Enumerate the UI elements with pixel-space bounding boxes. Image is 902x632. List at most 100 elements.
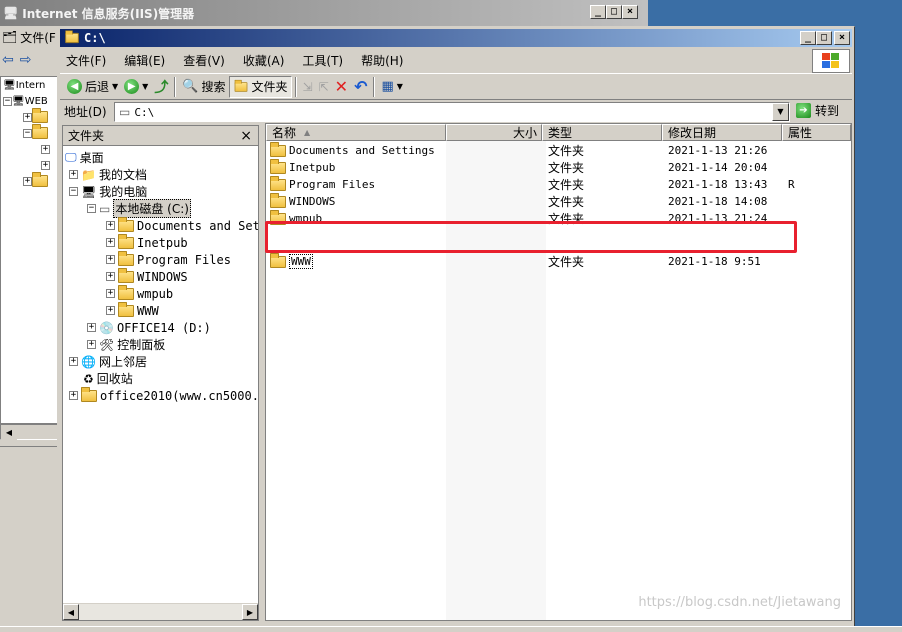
undo-button[interactable]: ↶ bbox=[351, 76, 370, 98]
tree-item-program-files[interactable]: + Program Files bbox=[106, 250, 231, 268]
iis-minimize-button[interactable]: _ bbox=[590, 5, 606, 19]
folder-icon bbox=[118, 216, 134, 232]
address-input[interactable]: ▭ C:\ ▼ bbox=[114, 102, 790, 122]
expand-icon[interactable]: + bbox=[69, 357, 78, 366]
views-dropdown-icon[interactable]: ▼ bbox=[397, 82, 403, 91]
iis-horizontal-scrollbar[interactable]: ◀ bbox=[0, 424, 58, 441]
tree-item-my-computer[interactable]: − 🖥 我的电脑 bbox=[69, 183, 147, 200]
minimize-button[interactable]: _ bbox=[800, 31, 816, 45]
tree-item-www[interactable]: + WWW bbox=[106, 301, 159, 319]
scroll-left-icon[interactable]: ◀ bbox=[1, 425, 17, 441]
iis-close-button[interactable]: × bbox=[622, 5, 638, 19]
column-header-modified[interactable]: 修改日期 bbox=[662, 124, 782, 141]
collapse-icon[interactable]: − bbox=[23, 128, 32, 138]
expand-icon[interactable]: + bbox=[41, 144, 50, 154]
menu-tools[interactable]: 工具(T) bbox=[302, 52, 343, 69]
tree-item-network[interactable]: + 🌐 网上邻居 bbox=[69, 353, 147, 370]
expand-icon[interactable]: + bbox=[69, 391, 78, 400]
back-button[interactable]: ◀ 后退 ▼ bbox=[64, 76, 121, 98]
column-header-attributes[interactable]: 属性 bbox=[782, 124, 851, 141]
menu-help[interactable]: 帮助(H) bbox=[361, 52, 403, 69]
expand-icon[interactable]: + bbox=[106, 272, 115, 281]
forward-button[interactable]: ▶ ▼ bbox=[121, 76, 151, 98]
expand-icon[interactable]: + bbox=[106, 255, 115, 264]
column-header-type[interactable]: 类型 bbox=[542, 124, 662, 141]
expand-icon[interactable]: + bbox=[106, 221, 115, 230]
go-button[interactable]: ➔ 转到 bbox=[796, 102, 839, 119]
iis-tree-node[interactable]: + bbox=[1, 172, 57, 189]
collapse-icon[interactable]: − bbox=[69, 187, 78, 196]
address-dropdown-icon[interactable]: ▼ bbox=[772, 103, 789, 121]
tree-item-my-documents[interactable]: + 📁 我的文档 bbox=[69, 166, 147, 183]
folder-icon bbox=[270, 252, 286, 268]
expand-icon[interactable]: + bbox=[87, 323, 96, 332]
tree-item-desktop[interactable]: 🖵 桌面 bbox=[65, 149, 104, 166]
column-header-name[interactable]: 名称 ▲ bbox=[266, 124, 446, 141]
iis-tree-root[interactable]: 🖥 Intern bbox=[1, 77, 57, 93]
expand-icon[interactable]: + bbox=[106, 306, 115, 315]
tree-item-windows[interactable]: + WINDOWS bbox=[106, 267, 188, 285]
folders-button[interactable]: 文件夹 bbox=[228, 75, 292, 98]
iis-menu-file[interactable]: 文件(F bbox=[20, 29, 56, 46]
menu-file[interactable]: 文件(F) bbox=[66, 52, 106, 69]
maximize-button[interactable]: □ bbox=[816, 31, 832, 45]
scroll-left-icon[interactable]: ◀ bbox=[63, 604, 79, 620]
collapse-icon[interactable]: − bbox=[3, 96, 12, 106]
iis-tree-node[interactable]: + bbox=[1, 157, 57, 173]
iis-toolbar: ⇦ ⇨ bbox=[0, 48, 60, 72]
up-folder-button[interactable]: ⤴ bbox=[151, 76, 171, 98]
expand-icon[interactable]: + bbox=[69, 170, 78, 179]
expand-icon[interactable]: + bbox=[106, 238, 115, 247]
iis-tree-node[interactable]: − bbox=[1, 124, 57, 141]
file-row[interactable]: Inetpub 文件夹 2021-1-14 20:04 bbox=[266, 158, 851, 176]
tree-item-office-folder[interactable]: + office2010(www.cn5000.cn) bbox=[69, 386, 258, 404]
tree-item-wmpub[interactable]: + wmpub bbox=[106, 284, 173, 302]
expand-icon[interactable]: + bbox=[23, 112, 32, 122]
tree-item-office14-drive[interactable]: + 💿 OFFICE14 (D:) bbox=[87, 319, 211, 336]
desktop-icon: 🖵 bbox=[65, 150, 77, 164]
file-row[interactable]: Documents and Settings 文件夹 2021-1-13 21:… bbox=[266, 141, 851, 159]
column-header-size[interactable]: 大小 bbox=[446, 124, 542, 141]
tree-item-recycle-bin[interactable]: ♻ 回收站 bbox=[83, 370, 133, 387]
close-button[interactable]: × bbox=[834, 31, 850, 45]
file-row[interactable]: Program Files 文件夹 2021-1-18 13:43 R bbox=[266, 175, 851, 193]
expand-icon[interactable]: + bbox=[106, 289, 115, 298]
expand-icon[interactable]: + bbox=[87, 340, 96, 349]
collapse-icon[interactable]: − bbox=[87, 204, 96, 213]
tree-item-local-disk[interactable]: − ▭ 本地磁盘 (C:) bbox=[87, 199, 191, 218]
tree-item-documents-and-settings[interactable]: + Documents and Settings bbox=[106, 216, 258, 234]
expand-icon[interactable]: + bbox=[23, 176, 32, 186]
folder-tree: 🖵 桌面 + 📁 我的文档 − 🖥 我的电脑 − ▭ 本地磁盘 (C:) + D… bbox=[63, 147, 258, 602]
folders-pane-horizontal-scrollbar[interactable]: ◀ ▶ bbox=[63, 603, 258, 620]
folders-pane-close-icon[interactable]: × bbox=[240, 128, 252, 144]
iis-maximize-button[interactable]: □ bbox=[606, 5, 622, 19]
watermark: https://blog.csdn.net/Jietawang bbox=[638, 595, 841, 610]
scroll-right-icon[interactable]: ▶ bbox=[242, 604, 258, 620]
iis-tree-web[interactable]: − 🖥 WEB bbox=[1, 93, 57, 109]
iis-tree-pane[interactable]: 🖥 Intern − 🖥 WEB + − + + + bbox=[0, 76, 58, 424]
tree-item-inetpub[interactable]: + Inetpub bbox=[106, 233, 188, 251]
menu-view[interactable]: 查看(V) bbox=[183, 52, 225, 69]
forward-dropdown-icon[interactable]: ▼ bbox=[142, 82, 148, 91]
search-button[interactable]: 🔍 搜索 bbox=[179, 76, 228, 98]
file-row-selected[interactable]: WWW 文件夹 2021-1-18 9:51 bbox=[266, 252, 851, 270]
menu-favorites[interactable]: 收藏(A) bbox=[243, 52, 285, 69]
back-dropdown-icon[interactable]: ▼ bbox=[112, 82, 118, 91]
menu-edit[interactable]: 编辑(E) bbox=[124, 52, 165, 69]
tree-item-control-panel[interactable]: + 🛠 控制面板 bbox=[87, 336, 165, 353]
move-to-button[interactable]: ⇲ bbox=[300, 76, 316, 98]
iis-title-bar[interactable]: 🖥 Internet 信息服务(IIS)管理器 _ □ × bbox=[0, 0, 648, 26]
copy-to-button[interactable]: ⇱ bbox=[316, 76, 332, 98]
folders-icon bbox=[234, 79, 247, 92]
expand-icon[interactable]: + bbox=[41, 160, 50, 170]
views-button[interactable]: ▦ ▼ bbox=[378, 76, 405, 98]
iis-tree-node[interactable]: + bbox=[1, 108, 57, 125]
delete-button[interactable]: ✕ bbox=[332, 76, 351, 98]
iis-forward-icon[interactable]: ⇨ bbox=[20, 52, 32, 68]
file-row[interactable]: WINDOWS 文件夹 2021-1-18 14:08 bbox=[266, 192, 851, 210]
iis-back-icon[interactable]: ⇦ bbox=[2, 52, 14, 68]
file-list: Documents and Settings 文件夹 2021-1-13 21:… bbox=[266, 141, 851, 620]
iis-tree-node[interactable]: + bbox=[1, 141, 57, 157]
explorer-title-bar[interactable]: C:\ _ □ × bbox=[60, 29, 852, 47]
folder-icon bbox=[118, 267, 134, 283]
